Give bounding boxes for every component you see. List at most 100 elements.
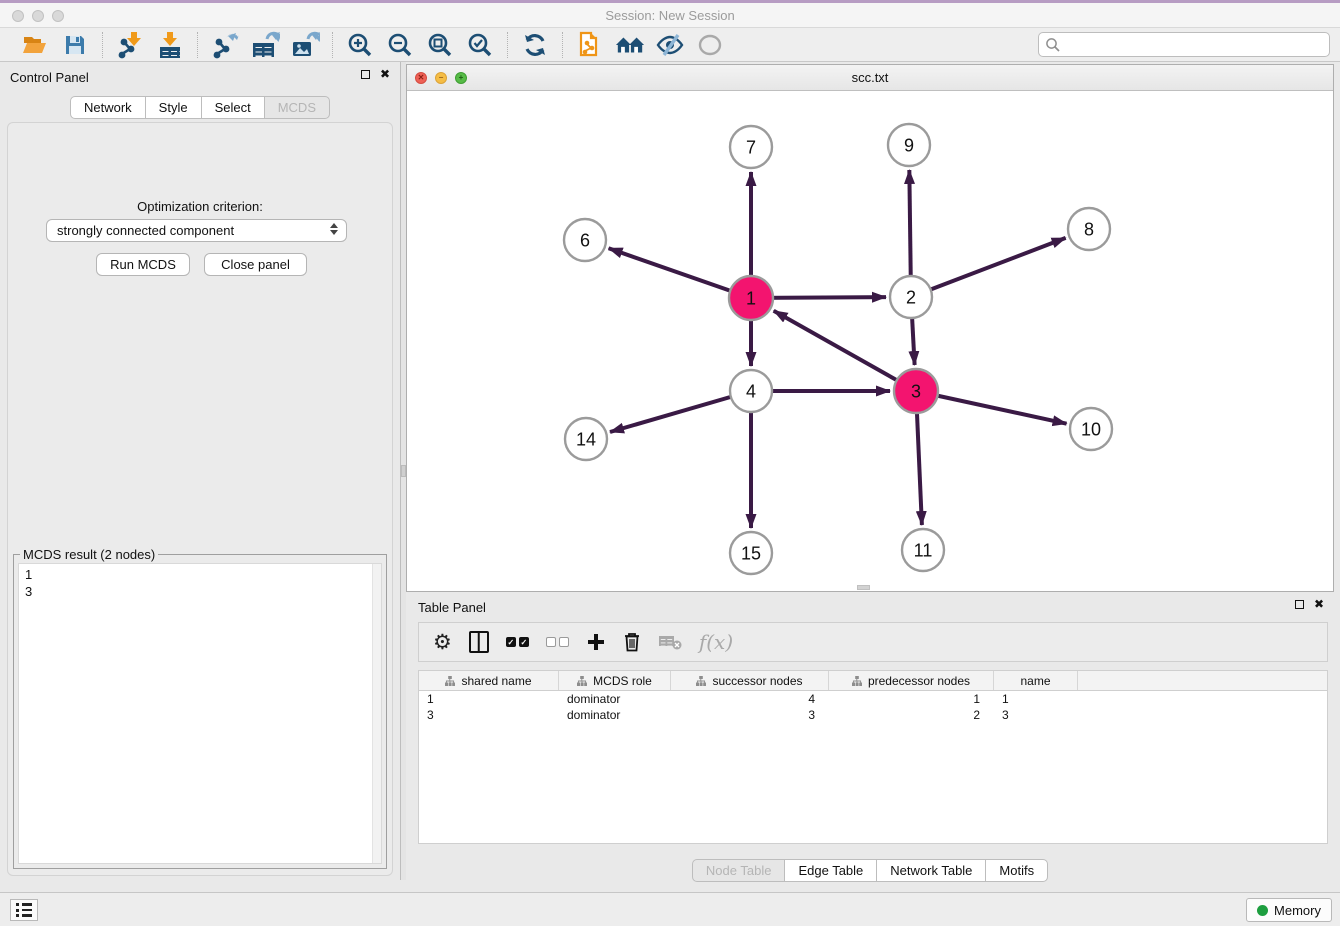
export-image-icon[interactable]	[290, 31, 320, 59]
export-table-icon[interactable]	[250, 31, 280, 59]
add-icon[interactable]	[586, 629, 606, 655]
node-label: 10	[1081, 419, 1101, 439]
node-6[interactable]: 6	[564, 219, 606, 261]
table-row[interactable]: 1dominator411	[419, 691, 1327, 707]
export-network-icon[interactable]	[210, 31, 240, 59]
table-cell: 1	[994, 691, 1078, 707]
app-titlebar: Session: New Session	[0, 0, 1340, 28]
column-header[interactable]: shared name	[419, 671, 559, 690]
import-network-icon[interactable]	[115, 31, 145, 59]
node-label: 6	[580, 230, 590, 250]
close-table-panel-icon[interactable]: ✖	[1314, 600, 1324, 609]
tab-motifs[interactable]: Motifs	[985, 859, 1048, 882]
table-cell: 4	[671, 691, 829, 707]
clone-network-icon[interactable]	[575, 31, 605, 59]
table-panel: Table Panel ✖ ⚙ ✓✓ f(x) shared nameMCDS …	[406, 592, 1334, 890]
column-type-icon	[445, 676, 455, 686]
select-all-icon[interactable]: ✓✓	[506, 629, 529, 655]
search-icon	[1045, 37, 1061, 53]
optimization-criterion-label: Optimization criterion:	[8, 199, 392, 214]
tab-style[interactable]: Style	[145, 96, 202, 119]
network-bottom-grip[interactable]	[857, 585, 870, 590]
import-table-icon[interactable]	[155, 31, 185, 59]
column-header[interactable]: MCDS role	[559, 671, 671, 690]
control-tabs: NetworkStyleSelectMCDS	[0, 96, 400, 119]
edge-3-1[interactable]	[774, 311, 916, 391]
edge-2-8[interactable]	[911, 238, 1066, 297]
node-label: 4	[746, 381, 756, 401]
trash-icon[interactable]	[623, 629, 641, 655]
search-field[interactable]	[1038, 32, 1330, 57]
save-icon[interactable]	[60, 31, 90, 59]
gear-icon[interactable]: ⚙	[433, 629, 452, 655]
table-row[interactable]: 3dominator323	[419, 707, 1327, 723]
open-icon[interactable]	[20, 31, 50, 59]
node-9[interactable]: 9	[888, 124, 930, 166]
node-label: 9	[904, 135, 914, 155]
close-panel-button[interactable]: Close panel	[204, 253, 307, 276]
table-toolbar: ⚙ ✓✓ f(x)	[418, 622, 1328, 662]
window-title: Session: New Session	[0, 8, 1340, 23]
mcds-result-title: MCDS result (2 nodes)	[20, 547, 158, 562]
status-bar: Memory	[0, 892, 1340, 926]
close-panel-icon[interactable]: ✖	[380, 70, 390, 79]
column-header[interactable]: successor nodes	[671, 671, 829, 690]
zoom-in-icon[interactable]	[345, 31, 375, 59]
column-header[interactable]: predecessor nodes	[829, 671, 994, 690]
refresh-icon[interactable]	[520, 31, 550, 59]
table-header-row: shared nameMCDS rolesuccessor nodesprede…	[419, 671, 1327, 691]
memory-button[interactable]: Memory	[1246, 898, 1332, 922]
node-15[interactable]: 15	[730, 532, 772, 574]
node-3[interactable]: 3	[894, 369, 938, 413]
node-11[interactable]: 11	[902, 529, 944, 571]
node-8[interactable]: 8	[1068, 208, 1110, 250]
column-layout-icon[interactable]	[469, 629, 489, 655]
tab-select[interactable]: Select	[201, 96, 265, 119]
table-cell: 1	[419, 691, 559, 707]
run-mcds-button[interactable]: Run MCDS	[96, 253, 190, 276]
node-14[interactable]: 14	[565, 418, 607, 460]
memory-status-dot	[1257, 905, 1268, 916]
network-window-titlebar[interactable]: ✕ − + scc.txt	[407, 65, 1333, 91]
node-1[interactable]: 1	[729, 276, 773, 320]
optimization-criterion-select[interactable]: strongly connected component	[46, 219, 347, 242]
zoom-fit-icon[interactable]	[425, 31, 455, 59]
node-label: 15	[741, 543, 761, 563]
table-tabs: Node TableEdge TableNetwork TableMotifs	[406, 859, 1334, 882]
network-window: ✕ − + scc.txt 7 9 6 8 1 2 4 3 14 10 15 11	[406, 64, 1334, 592]
node-4[interactable]: 4	[730, 370, 772, 412]
node-7[interactable]: 7	[730, 126, 772, 168]
tab-node-table[interactable]: Node Table	[692, 859, 786, 882]
control-panel-title: Control Panel	[10, 70, 89, 85]
table-body: 1dominator4113dominator323	[419, 691, 1327, 723]
tab-mcds[interactable]: MCDS	[264, 96, 330, 119]
node-2[interactable]: 2	[890, 276, 932, 318]
search-input[interactable]	[1061, 33, 1329, 56]
home-icon[interactable]	[615, 31, 645, 59]
table-panel-title: Table Panel	[418, 600, 486, 615]
node-label: 11	[914, 540, 933, 560]
tab-edge-table[interactable]: Edge Table	[784, 859, 877, 882]
float-panel-icon[interactable]	[361, 70, 370, 79]
dropdown-value: strongly connected component	[57, 223, 234, 238]
node-10[interactable]: 10	[1070, 408, 1112, 450]
unselect-all-icon[interactable]	[546, 629, 569, 655]
zoom-out-icon[interactable]	[385, 31, 415, 59]
delete-table-icon	[658, 629, 682, 655]
tab-network-table[interactable]: Network Table	[876, 859, 986, 882]
result-scrollbar[interactable]	[372, 564, 381, 863]
network-window-title: scc.txt	[407, 70, 1333, 85]
memory-label: Memory	[1274, 903, 1321, 918]
node-label: 2	[906, 287, 916, 307]
list-icon	[16, 903, 32, 917]
zoom-selected-icon[interactable]	[465, 31, 495, 59]
show-eye-icon[interactable]	[695, 31, 725, 59]
task-history-button[interactable]	[10, 899, 38, 921]
node-label: 8	[1084, 219, 1094, 239]
mcds-result-area[interactable]: 1 3	[18, 563, 382, 864]
column-header[interactable]: name	[994, 671, 1078, 690]
tab-network[interactable]: Network	[70, 96, 146, 119]
float-table-panel-icon[interactable]	[1295, 600, 1304, 609]
network-canvas[interactable]: 7 9 6 8 1 2 4 3 14 10 15 11	[407, 91, 1333, 591]
hide-selected-icon[interactable]	[655, 31, 685, 59]
